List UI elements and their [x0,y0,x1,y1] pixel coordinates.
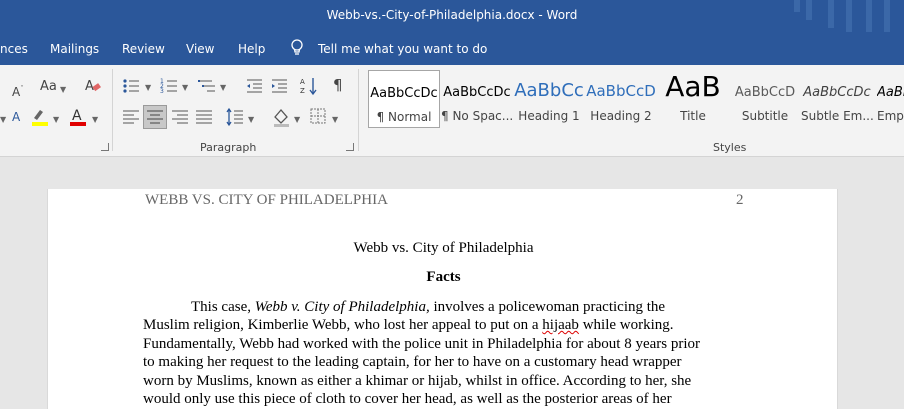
style-name: Subtle Em... [801,109,873,123]
style-name: Heading 2 [590,109,652,123]
body-line: Fundamentally, Webb had worked with the … [143,336,700,352]
bullets-icon[interactable] [122,77,140,95]
font-color-icon[interactable]: A [68,107,88,127]
svg-text:3: 3 [160,88,164,95]
style-name: Emp [877,109,904,123]
tab-view[interactable]: View [186,42,214,56]
clear-formatting-icon[interactable]: A [84,77,102,95]
style-name: Subtitle [741,109,789,123]
style-subtitle[interactable]: AaBbCcD Subtitle [729,70,801,128]
style-sample: AaB [665,70,721,103]
change-case-button[interactable]: Aa [40,79,57,95]
tell-me-search[interactable]: Tell me what you want to do [318,42,487,56]
style-name: ¶ No Spac... [441,109,513,123]
style-name: ¶ Normal [376,110,432,124]
background-pattern [866,0,872,36]
align-center-icon [147,110,163,124]
multilevel-list-icon[interactable] [198,77,216,95]
align-center-button[interactable] [143,105,167,129]
background-pattern [884,0,890,36]
svg-text:A: A [85,79,94,94]
decrease-indent-icon[interactable] [245,77,263,95]
chevron-down-icon[interactable]: ▼ [294,115,300,124]
group-divider [358,69,359,151]
lightbulb-icon [291,39,303,55]
sort-icon[interactable]: AZ [300,76,318,96]
chevron-down-icon[interactable]: ▼ [220,83,226,92]
align-left-icon[interactable] [122,109,140,125]
style-name: Title [680,109,706,123]
svg-text:A: A [300,78,305,86]
tab-mailings[interactable]: Mailings [50,42,99,56]
body-line: Muslim religion, Kimberlie Webb, who los… [143,317,674,333]
background-pattern [828,0,834,28]
shrink-font-icon[interactable]: Aˇ [12,81,24,100]
spelling-error: hijaab [542,317,579,333]
show-formatting-marks-icon[interactable]: ¶ [333,77,343,93]
paragraph-dialog-launcher-icon[interactable] [346,143,354,151]
body-line: worn by Muslims, known as either a khima… [143,373,692,389]
tab-review[interactable]: Review [122,42,165,56]
chevron-down-icon[interactable]: ▼ [332,115,338,124]
line-spacing-icon[interactable] [226,107,244,127]
chevron-down-icon[interactable]: ▼ [0,115,6,124]
styles-group-label: Styles [713,141,747,154]
ribbon: Aˇ Aa ▼ A A ▼ ▼ A ▼ ▼ 123 ▼ ▼ AZ ¶ ▼ ▼ ▼… [0,65,904,157]
style-subtle-emphasis[interactable]: AaBbCcDc Subtle Em... [801,70,873,128]
window-title: Webb-vs.-City-of-Philadelphia.docx - Wor… [326,8,578,22]
page-number: 2 [736,192,744,208]
paragraph-group-label: Paragraph [200,141,257,154]
group-divider [112,69,113,151]
body-line: to making her request to the leading cap… [143,354,682,370]
style-heading-2[interactable]: AaBbCcD Heading 2 [585,70,657,128]
style-heading-1[interactable]: AaBbCc Heading 1 [513,70,585,128]
background-pattern [846,0,852,36]
running-head: WEBB VS. CITY OF PHILADELPHIA [145,192,388,208]
style-sample: AaBbCcDc [803,85,871,100]
tab-help[interactable]: Help [238,42,265,56]
tab-references[interactable]: nces [0,42,28,56]
title-bar: Webb-vs.-City-of-Philadelphia.docx - Wor… [0,0,904,36]
style-sample: AaBbCc [514,80,584,101]
highlight-icon[interactable] [30,107,50,127]
chevron-down-icon[interactable]: ▼ [182,83,188,92]
svg-text:A: A [72,108,82,124]
borders-icon[interactable] [310,108,326,124]
svg-text:Z: Z [300,87,305,95]
style-sample: AaBb [877,85,904,100]
ribbon-tabs: nces Mailings Review View Help Tell me w… [0,32,904,65]
section-heading: Facts [426,269,461,285]
text-effects-icon[interactable]: A [12,109,20,125]
chevron-down-icon[interactable]: ▼ [60,85,66,94]
align-right-icon[interactable] [171,109,189,125]
style-sample: AaBbCcD [734,85,796,100]
increase-indent-icon[interactable] [270,77,288,95]
style-no-spacing[interactable]: AaBbCcDc ¶ No Spac... [441,70,513,128]
numbering-icon[interactable]: 123 [160,77,178,95]
shading-icon[interactable] [272,107,290,127]
chevron-down-icon[interactable]: ▼ [145,83,151,92]
document-title: Webb vs. City of Philadelphia [353,240,534,256]
style-sample: AaBbCcDc [370,86,438,101]
justify-icon[interactable] [195,109,213,125]
chevron-down-icon[interactable]: ▼ [92,115,98,124]
style-sample: AaBbCcD [586,82,656,100]
background-pattern [806,0,812,20]
document-page[interactable]: WEBB VS. CITY OF PHILADELPHIA 2 Webb vs.… [47,189,838,409]
style-emphasis[interactable]: AaBb Emp [873,70,904,128]
chevron-down-icon[interactable]: ▼ [53,115,59,124]
font-dialog-launcher-icon[interactable] [101,143,109,151]
body-line: would only use this piece of cloth to co… [143,391,672,407]
body-line: This case, Webb v. City of Philadelphia,… [191,299,666,315]
style-title[interactable]: AaB Title [657,70,729,128]
background-pattern [794,0,800,12]
chevron-down-icon[interactable]: ▼ [248,115,254,124]
style-normal[interactable]: AaBbCcDc ¶ Normal [368,70,440,128]
style-name: Heading 1 [518,109,580,123]
style-sample: AaBbCcDc [443,85,511,100]
